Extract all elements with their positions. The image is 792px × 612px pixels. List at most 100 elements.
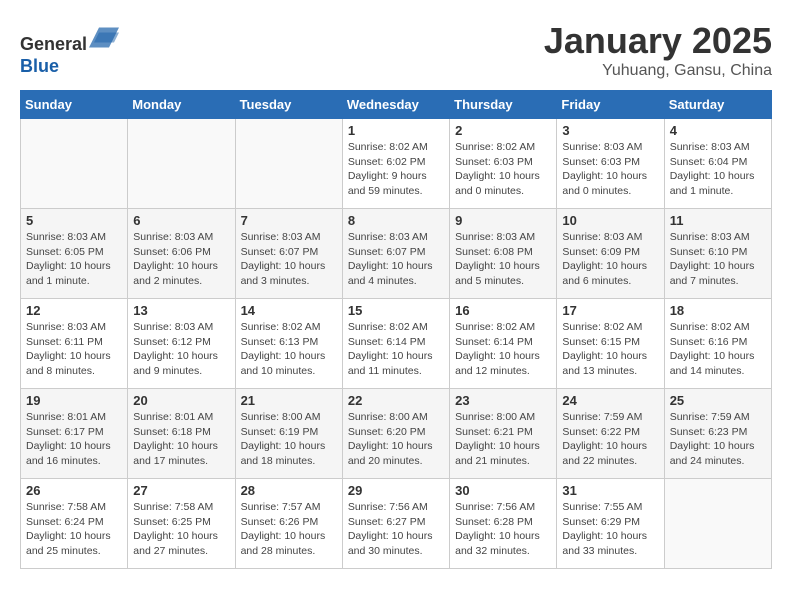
calendar-day-9: 9 Sunrise: 8:03 AM Sunset: 6:08 PM Daylig… [450, 209, 557, 299]
day-info: Sunrise: 7:57 AM Sunset: 6:26 PM Dayligh… [241, 500, 337, 559]
calendar-week-row: 19 Sunrise: 8:01 AM Sunset: 6:17 PM Dayli… [21, 389, 772, 479]
calendar-day-17: 17Sunrise: 8:02 AM Sunset: 6:15 PM Dayli… [557, 299, 664, 389]
day-info: Sunrise: 8:03 AM Sunset: 6:08 PM Dayligh… [455, 230, 551, 289]
calendar-day-24: 24Sunrise: 7:59 AM Sunset: 6:22 PM Dayli… [557, 389, 664, 479]
calendar-day-8: 8 Sunrise: 8:03 AM Sunset: 6:07 PM Daylig… [342, 209, 449, 299]
day-info: Sunrise: 7:56 AM Sunset: 6:27 PM Dayligh… [348, 500, 444, 559]
calendar-day-14: 14 Sunrise: 8:02 AM Sunset: 6:13 PM Dayli… [235, 299, 342, 389]
day-number: 25 [670, 393, 766, 408]
day-info: Sunrise: 8:03 AM Sunset: 6:07 PM Dayligh… [348, 230, 444, 289]
calendar-week-row: 12 Sunrise: 8:03 AM Sunset: 6:11 PM Dayli… [21, 299, 772, 389]
day-info: Sunrise: 8:03 AM Sunset: 6:04 PM Dayligh… [670, 140, 766, 199]
logo-icon [89, 20, 119, 50]
day-number: 9 [455, 213, 551, 228]
day-info: Sunrise: 8:01 AM Sunset: 6:17 PM Dayligh… [26, 410, 122, 469]
day-info: Sunrise: 8:02 AM Sunset: 6:13 PM Dayligh… [241, 320, 337, 379]
calendar-day-22: 22Sunrise: 8:00 AM Sunset: 6:20 PM Dayli… [342, 389, 449, 479]
day-number: 28 [241, 483, 337, 498]
day-info: Sunrise: 7:58 AM Sunset: 6:25 PM Dayligh… [133, 500, 229, 559]
page-header: General Blue January 2025 Yuhuang, Gansu… [20, 20, 772, 80]
day-info: Sunrise: 8:02 AM Sunset: 6:14 PM Dayligh… [348, 320, 444, 379]
calendar-day-10: 10 Sunrise: 8:03 AM Sunset: 6:09 PM Dayli… [557, 209, 664, 299]
calendar-day-19: 19 Sunrise: 8:01 AM Sunset: 6:17 PM Dayli… [21, 389, 128, 479]
day-number: 21 [241, 393, 337, 408]
calendar-day-13: 13 Sunrise: 8:03 AM Sunset: 6:12 PM Dayli… [128, 299, 235, 389]
calendar-week-row: 26 Sunrise: 7:58 AM Sunset: 6:24 PM Dayli… [21, 479, 772, 569]
calendar-day-2: 2 Sunrise: 8:02 AM Sunset: 6:03 PM Daylig… [450, 119, 557, 209]
column-header-saturday: Saturday [664, 91, 771, 119]
empty-cell [235, 119, 342, 209]
day-info: Sunrise: 7:56 AM Sunset: 6:28 PM Dayligh… [455, 500, 551, 559]
day-info: Sunrise: 8:03 AM Sunset: 6:12 PM Dayligh… [133, 320, 229, 379]
day-number: 16 [455, 303, 551, 318]
day-number: 5 [26, 213, 122, 228]
calendar-header-row: SundayMondayTuesdayWednesdayThursdayFrid… [21, 91, 772, 119]
column-header-wednesday: Wednesday [342, 91, 449, 119]
column-header-sunday: Sunday [21, 91, 128, 119]
day-info: Sunrise: 8:03 AM Sunset: 6:11 PM Dayligh… [26, 320, 122, 379]
day-number: 17 [562, 303, 658, 318]
day-number: 10 [562, 213, 658, 228]
calendar-day-27: 27 Sunrise: 7:58 AM Sunset: 6:25 PM Dayli… [128, 479, 235, 569]
day-number: 3 [562, 123, 658, 138]
day-info: Sunrise: 7:59 AM Sunset: 6:23 PM Dayligh… [670, 410, 766, 469]
day-info: Sunrise: 8:02 AM Sunset: 6:14 PM Dayligh… [455, 320, 551, 379]
day-number: 27 [133, 483, 229, 498]
day-number: 31 [562, 483, 658, 498]
day-number: 4 [670, 123, 766, 138]
day-info: Sunrise: 8:03 AM Sunset: 6:09 PM Dayligh… [562, 230, 658, 289]
calendar-day-16: 16 Sunrise: 8:02 AM Sunset: 6:14 PM Dayli… [450, 299, 557, 389]
column-header-monday: Monday [128, 91, 235, 119]
day-number: 19 [26, 393, 122, 408]
day-info: Sunrise: 8:03 AM Sunset: 6:05 PM Dayligh… [26, 230, 122, 289]
day-info: Sunrise: 8:02 AM Sunset: 6:02 PM Dayligh… [348, 140, 444, 199]
day-number: 11 [670, 213, 766, 228]
day-info: Sunrise: 8:00 AM Sunset: 6:19 PM Dayligh… [241, 410, 337, 469]
day-number: 1 [348, 123, 444, 138]
column-header-tuesday: Tuesday [235, 91, 342, 119]
calendar-day-23: 23Sunrise: 8:00 AM Sunset: 6:21 PM Dayli… [450, 389, 557, 479]
day-number: 14 [241, 303, 337, 318]
calendar-day-3: 3Sunrise: 8:03 AM Sunset: 6:03 PM Daylig… [557, 119, 664, 209]
calendar-day-30: 30 Sunrise: 7:56 AM Sunset: 6:28 PM Dayli… [450, 479, 557, 569]
day-number: 8 [348, 213, 444, 228]
day-info: Sunrise: 8:02 AM Sunset: 6:16 PM Dayligh… [670, 320, 766, 379]
day-number: 26 [26, 483, 122, 498]
calendar-day-4: 4 Sunrise: 8:03 AM Sunset: 6:04 PM Daylig… [664, 119, 771, 209]
day-number: 23 [455, 393, 551, 408]
day-info: Sunrise: 8:01 AM Sunset: 6:18 PM Dayligh… [133, 410, 229, 469]
column-header-friday: Friday [557, 91, 664, 119]
calendar-day-29: 29 Sunrise: 7:56 AM Sunset: 6:27 PM Dayli… [342, 479, 449, 569]
logo-blue: Blue [20, 56, 59, 76]
calendar-day-7: 7Sunrise: 8:03 AM Sunset: 6:07 PM Daylig… [235, 209, 342, 299]
day-number: 12 [26, 303, 122, 318]
calendar-day-25: 25 Sunrise: 7:59 AM Sunset: 6:23 PM Dayli… [664, 389, 771, 479]
column-header-thursday: Thursday [450, 91, 557, 119]
logo: General Blue [20, 20, 119, 77]
calendar-week-row: 5 Sunrise: 8:03 AM Sunset: 6:05 PM Daylig… [21, 209, 772, 299]
day-number: 2 [455, 123, 551, 138]
day-info: Sunrise: 7:59 AM Sunset: 6:22 PM Dayligh… [562, 410, 658, 469]
calendar-title: January 2025 [544, 20, 772, 62]
day-number: 20 [133, 393, 229, 408]
day-number: 13 [133, 303, 229, 318]
calendar-day-12: 12 Sunrise: 8:03 AM Sunset: 6:11 PM Dayli… [21, 299, 128, 389]
day-info: Sunrise: 7:55 AM Sunset: 6:29 PM Dayligh… [562, 500, 658, 559]
day-number: 29 [348, 483, 444, 498]
calendar-day-18: 18 Sunrise: 8:02 AM Sunset: 6:16 PM Dayli… [664, 299, 771, 389]
day-info: Sunrise: 8:03 AM Sunset: 6:06 PM Dayligh… [133, 230, 229, 289]
calendar-day-11: 11Sunrise: 8:03 AM Sunset: 6:10 PM Dayli… [664, 209, 771, 299]
day-info: Sunrise: 8:03 AM Sunset: 6:07 PM Dayligh… [241, 230, 337, 289]
day-info: Sunrise: 8:00 AM Sunset: 6:20 PM Dayligh… [348, 410, 444, 469]
logo-general: General [20, 34, 87, 54]
day-info: Sunrise: 8:02 AM Sunset: 6:03 PM Dayligh… [455, 140, 551, 199]
empty-cell [21, 119, 128, 209]
empty-cell [128, 119, 235, 209]
calendar-day-1: 1 Sunrise: 8:02 AM Sunset: 6:02 PM Daylig… [342, 119, 449, 209]
calendar-day-26: 26 Sunrise: 7:58 AM Sunset: 6:24 PM Dayli… [21, 479, 128, 569]
day-number: 30 [455, 483, 551, 498]
day-number: 18 [670, 303, 766, 318]
calendar-day-28: 28 Sunrise: 7:57 AM Sunset: 6:26 PM Dayli… [235, 479, 342, 569]
calendar-subtitle: Yuhuang, Gansu, China [544, 62, 772, 80]
day-info: Sunrise: 7:58 AM Sunset: 6:24 PM Dayligh… [26, 500, 122, 559]
